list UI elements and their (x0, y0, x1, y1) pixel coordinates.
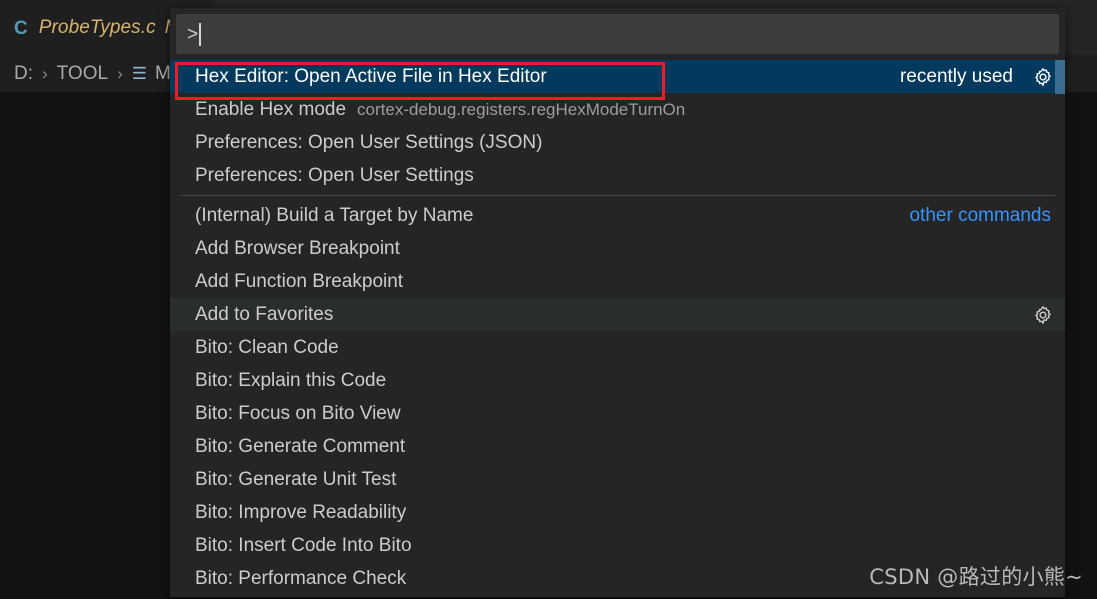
search-input[interactable]: > (176, 14, 1059, 54)
command-palette[interactable]: > Hex Editor: Open Active File in Hex Ed… (170, 8, 1065, 597)
breadcrumb-item-tool[interactable]: TOOL (57, 63, 108, 85)
command-palette-item-label: (Internal) Build a Target by Name (195, 204, 474, 226)
command-palette-item-label: Add to Favorites (195, 303, 334, 325)
chevron-right-icon: › (42, 63, 48, 83)
command-palette-item[interactable]: Bito: Focus on Bito View (170, 397, 1065, 430)
command-palette-item-label: Hex Editor: Open Active File in Hex Edit… (195, 65, 547, 87)
command-palette-input-row: > (170, 8, 1065, 60)
gear-icon[interactable] (1031, 303, 1055, 327)
chevron-right-icon: › (117, 63, 123, 83)
command-palette-item[interactable]: Enable Hex mode cortex-debug.registers.re… (170, 93, 1065, 126)
command-palette-item-label: Preferences: Open User Settings (195, 164, 474, 186)
breadcrumb-item-drive[interactable]: D: (14, 63, 33, 85)
command-palette-item-label: Preferences: Open User Settings (JSON) (195, 131, 543, 153)
command-palette-item-label: Add Browser Breakpoint (195, 237, 400, 259)
search-input-value: > (187, 23, 199, 45)
command-palette-item[interactable]: Bito: Generate Comment (170, 430, 1065, 463)
command-palette-item[interactable]: Bito: Generate Unit Test (170, 463, 1065, 496)
gear-icon[interactable] (1031, 65, 1055, 89)
command-palette-item[interactable]: Preferences: Open User Settings (JSON) (170, 126, 1065, 159)
command-palette-item[interactable]: Bito: Improve Readability (170, 496, 1065, 529)
command-palette-item[interactable]: Hex Editor: Open Active File in Hex Edit… (170, 60, 1065, 93)
command-palette-item[interactable]: Bito: Explain this Code (170, 364, 1065, 397)
text-cursor (199, 22, 202, 46)
command-palette-item[interactable]: Bito: Clean Code (170, 331, 1065, 364)
list-separator (180, 195, 1055, 196)
command-palette-item[interactable]: Add Function Breakpoint (170, 265, 1065, 298)
command-palette-item-label: Enable Hex mode (195, 98, 347, 120)
symbol-list-icon: ☰ (131, 63, 147, 83)
command-palette-item-label: Bito: Generate Unit Test (195, 468, 397, 490)
command-palette-item-label: Bito: Improve Readability (195, 501, 407, 523)
command-palette-item[interactable]: Add to Favorites (170, 298, 1065, 331)
scrollbar[interactable] (1055, 60, 1065, 597)
command-palette-item-label: Bito: Performance Check (195, 567, 407, 589)
command-palette-item[interactable]: Bito: Insert Code Into Bito (170, 529, 1065, 562)
command-palette-list[interactable]: Hex Editor: Open Active File in Hex Edit… (170, 60, 1065, 597)
command-palette-item-label: Bito: Insert Code Into Bito (195, 534, 412, 556)
command-palette-item-label: Bito: Generate Comment (195, 435, 406, 457)
editor-tab-label: ProbeTypes.c (38, 17, 156, 38)
command-palette-item-label: Bito: Focus on Bito View (195, 402, 401, 424)
command-palette-item[interactable]: (Internal) Build a Target by Name other c… (170, 199, 1065, 232)
scrollbar-thumb[interactable] (1055, 60, 1065, 94)
breadcrumb-item-symbol[interactable]: M (155, 63, 171, 85)
watermark-text: CSDN @路过的小熊~ (869, 565, 1083, 589)
command-palette-item-label: Add Function Breakpoint (195, 270, 404, 292)
command-palette-group-label: other commands (909, 204, 1051, 226)
command-palette-item-label: Bito: Explain this Code (195, 369, 387, 391)
command-palette-group-label: recently used (899, 65, 1013, 87)
command-palette-item-detail: cortex-debug.registers.regHexModeTurnOn (357, 99, 686, 119)
c-file-icon: C (14, 17, 28, 39)
command-palette-item-label: Bito: Clean Code (195, 336, 339, 358)
command-palette-item[interactable]: Add Browser Breakpoint (170, 232, 1065, 265)
command-palette-item[interactable]: Preferences: Open User Settings (170, 159, 1065, 192)
